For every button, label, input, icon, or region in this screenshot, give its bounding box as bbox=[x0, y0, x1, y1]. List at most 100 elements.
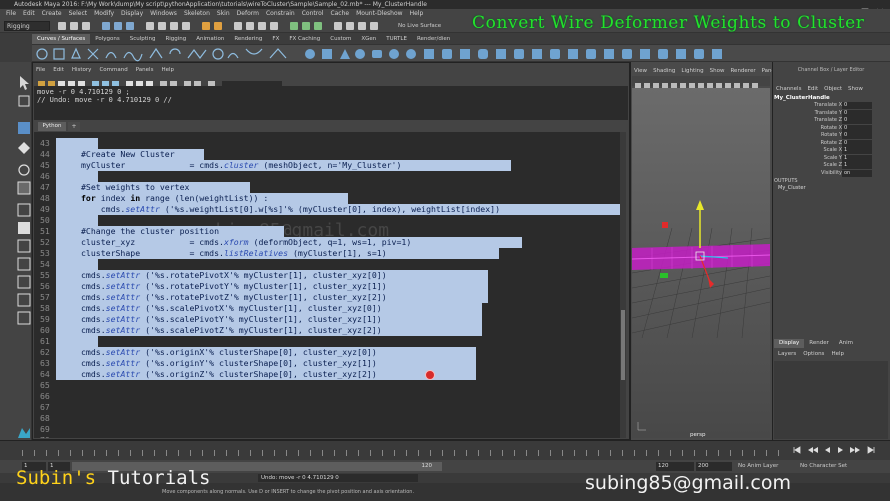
script-menu-panels[interactable]: Panels bbox=[136, 67, 154, 73]
channel-menu-show[interactable]: Show bbox=[848, 86, 863, 92]
menu-help[interactable]: Help bbox=[410, 10, 424, 17]
code-line[interactable]: 67 bbox=[34, 402, 624, 413]
script-editor-toolbar[interactable] bbox=[36, 75, 626, 89]
layer-list[interactable] bbox=[774, 361, 888, 439]
command-result-field[interactable]: Undo: move -r 0 4.710129 0 bbox=[258, 474, 418, 482]
menu-windows[interactable]: Windows bbox=[150, 10, 177, 17]
attribute-row[interactable]: Rotate X0 bbox=[774, 124, 874, 133]
range-end-field[interactable]: 120 bbox=[656, 462, 694, 471]
viewport-menu-lighting[interactable]: Lighting bbox=[681, 68, 703, 74]
shelf-tab-xgen[interactable]: XGen bbox=[356, 34, 381, 44]
menu-modify[interactable]: Modify bbox=[94, 10, 114, 17]
attribute-value[interactable]: on bbox=[842, 169, 872, 177]
code-line[interactable]: 47 #Set weights to vertex bbox=[34, 182, 624, 193]
code-line[interactable]: 48 for index in range (len(weightList)) : bbox=[34, 193, 624, 204]
code-line[interactable]: 54 bbox=[34, 259, 624, 270]
code-line[interactable]: 51 #Change the cluster position bbox=[34, 226, 624, 237]
code-line[interactable]: 49 cmds.setAttr ('%s.weightList[0].w[%s]… bbox=[34, 204, 624, 215]
layer-tab-anim[interactable]: Anim bbox=[834, 339, 858, 348]
code-line[interactable]: 58 cmds.setAttr ('%s.scalePivotX'% myClus… bbox=[34, 303, 624, 314]
menu-edit[interactable]: Edit bbox=[23, 10, 35, 17]
add-tab-button[interactable]: + bbox=[68, 122, 80, 131]
code-line[interactable]: 70 bbox=[34, 435, 624, 438]
shelf-tab-rendering[interactable]: Rendering bbox=[229, 34, 267, 44]
shelf-tab-curvessurfaces[interactable]: Curves / Surfaces bbox=[32, 34, 91, 44]
menu-set-dropdown[interactable]: Rigging bbox=[4, 21, 50, 31]
anim-end-field[interactable]: 200 bbox=[696, 462, 732, 471]
code-line[interactable]: 43 bbox=[34, 138, 624, 149]
code-line[interactable]: 56 cmds.setAttr ('%s.rotatePivotY'% myClu… bbox=[34, 281, 624, 292]
attribute-row[interactable]: Scale X1 bbox=[774, 147, 874, 155]
channel-menu-edit[interactable]: Edit bbox=[807, 86, 818, 92]
attribute-value[interactable]: 0 bbox=[842, 117, 872, 124]
code-line[interactable]: 45 myCluster = cmds.cluster (meshObject, … bbox=[34, 160, 624, 171]
code-line[interactable]: 63 cmds.setAttr ('%s.originY'% clusterSha… bbox=[34, 358, 624, 369]
viewport-menu-shading[interactable]: Shading bbox=[653, 68, 675, 74]
script-menu-edit[interactable]: Edit bbox=[53, 67, 64, 73]
script-history-output[interactable]: move -r 0 4.710129 0 ; // Undo: move -r … bbox=[34, 86, 628, 120]
character-set-label[interactable]: No Character Set bbox=[800, 462, 847, 471]
code-line[interactable]: 57 cmds.setAttr ('%s.rotatePivotZ'% myClu… bbox=[34, 292, 624, 303]
playback-controls[interactable] bbox=[790, 445, 886, 455]
code-line[interactable]: 69 bbox=[34, 424, 624, 435]
anim-layer-label[interactable]: No Anim Layer bbox=[738, 462, 778, 471]
shelf-tab-fx[interactable]: FX bbox=[267, 34, 284, 44]
shelf-tab-renderdien[interactable]: Render/dien bbox=[412, 34, 455, 44]
layer-menu-options[interactable]: Options bbox=[803, 351, 824, 357]
shelf-tab-sculpting[interactable]: Sculpting bbox=[125, 34, 161, 44]
python-code-editor[interactable]: subing85@gmail.com 43 44 #Create New Clust… bbox=[34, 132, 624, 438]
code-line[interactable]: 64 cmds.setAttr ('%s.originZ'% clusterSha… bbox=[34, 369, 624, 380]
menu-constrain[interactable]: Constrain bbox=[266, 10, 295, 17]
menu-create[interactable]: Create bbox=[42, 10, 62, 17]
code-line[interactable]: 68 bbox=[34, 413, 624, 424]
attribute-row[interactable]: Rotate Y0 bbox=[774, 132, 874, 140]
attribute-row[interactable]: Translate Y0 bbox=[774, 109, 874, 118]
menu-mountdleshow[interactable]: Mount-Dleshow bbox=[356, 10, 402, 17]
viewport-toolbar[interactable] bbox=[632, 76, 770, 89]
time-slider[interactable] bbox=[0, 440, 890, 460]
outputs-node[interactable]: My_Cluster bbox=[778, 185, 806, 191]
viewport-menu-renderer[interactable]: Renderer bbox=[730, 68, 755, 74]
menu-cache[interactable]: Cache bbox=[330, 10, 349, 17]
shelf-tab-custom[interactable]: Custom bbox=[325, 34, 356, 44]
shelf-tab-fxcaching[interactable]: FX Caching bbox=[284, 34, 325, 44]
scene-view[interactable] bbox=[632, 88, 770, 438]
viewport-menu-show[interactable]: Show bbox=[710, 68, 725, 74]
editor-scrollbar[interactable] bbox=[620, 132, 626, 438]
shelf-tab-animation[interactable]: Animation bbox=[191, 34, 229, 44]
attribute-value[interactable]: 0 bbox=[842, 139, 872, 147]
attribute-row[interactable]: Scale Y1 bbox=[774, 154, 874, 163]
menu-deform[interactable]: Deform bbox=[237, 10, 259, 17]
3d-viewport[interactable] bbox=[632, 88, 770, 438]
code-line[interactable]: 52 cluster_xyz = cmds.xform (deformObject… bbox=[34, 237, 624, 248]
menu-skin[interactable]: Skin bbox=[217, 10, 230, 17]
status-line-icons[interactable] bbox=[56, 20, 396, 32]
attribute-row[interactable]: Rotate Z0 bbox=[774, 139, 874, 148]
menu-file[interactable]: File bbox=[6, 10, 16, 17]
code-line[interactable]: 46 bbox=[34, 171, 624, 182]
attribute-row[interactable]: Visibility on bbox=[774, 169, 874, 178]
menu-display[interactable]: Display bbox=[121, 10, 143, 17]
attribute-value[interactable]: 0 bbox=[842, 102, 872, 109]
layer-menu-layers[interactable]: Layers bbox=[778, 351, 796, 357]
code-line[interactable]: 60 cmds.setAttr ('%s.scalePivotZ'% myClus… bbox=[34, 325, 624, 336]
attribute-row[interactable]: Translate X0 bbox=[774, 102, 874, 110]
code-line[interactable]: 66 bbox=[34, 391, 624, 402]
shelf-tab-rigging[interactable]: Rigging bbox=[160, 34, 191, 44]
shelf-tab-turtle[interactable]: TURTLE bbox=[381, 34, 412, 44]
attribute-value[interactable]: 1 bbox=[842, 154, 872, 162]
viewport-menu-view[interactable]: View bbox=[634, 68, 647, 74]
script-menu-help[interactable]: Help bbox=[161, 67, 174, 73]
attribute-value[interactable]: 0 bbox=[842, 132, 872, 139]
editor-scrollbar-thumb[interactable] bbox=[621, 310, 625, 380]
code-line[interactable]: 50 bbox=[34, 215, 624, 226]
layer-tab-display[interactable]: Display bbox=[774, 339, 805, 348]
shelf-tab-polygons[interactable]: Polygons bbox=[90, 34, 124, 44]
tool-icons[interactable] bbox=[0, 62, 32, 440]
window-controls[interactable] bbox=[842, 1, 888, 16]
channel-menu-channels[interactable]: Channels bbox=[776, 86, 801, 92]
tab-python[interactable]: Python bbox=[38, 122, 66, 131]
code-line[interactable]: 59 cmds.setAttr ('%s.scalePivotY'% myClus… bbox=[34, 314, 624, 325]
shelf-tool-icons[interactable] bbox=[32, 45, 890, 63]
script-menu-history[interactable]: History bbox=[72, 67, 92, 73]
